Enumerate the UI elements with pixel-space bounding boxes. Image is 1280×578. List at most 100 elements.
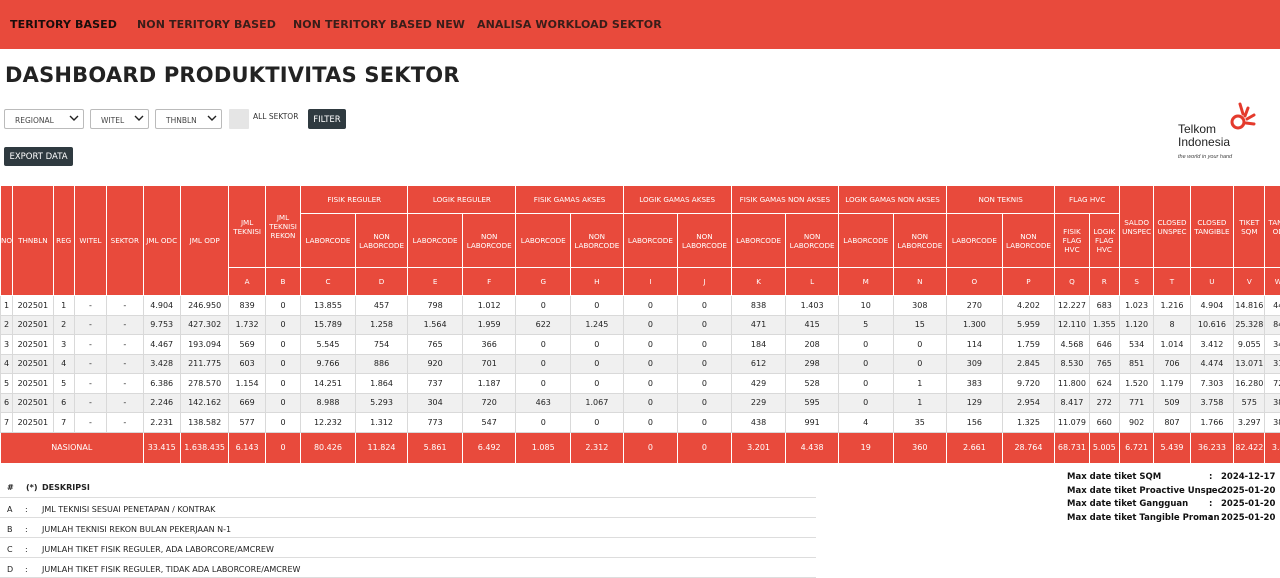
table-row[interactable]: 52025015--6.386278.5701.154014.2511.8647… (1, 374, 1280, 394)
table-cell: 3.428 (143, 354, 180, 374)
table-cell: 11.079 (1055, 413, 1089, 433)
desc-sep: : (25, 505, 28, 514)
table-cell: 4.474 (1190, 354, 1233, 374)
tab-analisa-workload-sektor[interactable]: ANALISA WORKLOAD SEKTOR (477, 18, 662, 31)
table-cell: 12.232 (301, 413, 356, 433)
table-cell: 1.864 (355, 374, 408, 394)
table-row[interactable]: 72025017--2.231138.582577012.2321.312773… (1, 413, 1280, 433)
table-cell: 0 (838, 393, 893, 413)
table-cell: 0 (678, 296, 732, 316)
table-cell: 1.325 (1002, 413, 1055, 433)
table-cell: 229 (731, 393, 786, 413)
table-cell: 920 (408, 354, 463, 374)
table-cell: 7.303 (1190, 374, 1233, 394)
max-date-row: Max date tiket Gangguan:2025-01-20 (1067, 499, 1277, 513)
table-cell: 2.845 (1002, 354, 1055, 374)
table-cell: 16.280 (1234, 374, 1265, 394)
desc-text: JUMLAH TIKET FISIK REGULER, ADA LABORCOR… (42, 545, 274, 554)
max-date-row: Max date tiket Proactive Unspec:2025-01-… (1067, 486, 1277, 500)
table-cell: 4 (53, 354, 74, 374)
table-cell: 1.959 (462, 315, 516, 335)
table-cell: 575 (1234, 393, 1265, 413)
table-row[interactable]: 12025011--4.904246.950839013.8554577981.… (1, 296, 1280, 316)
table-cell: 6 (1, 393, 13, 413)
col-letter: F (462, 268, 516, 296)
tab-teritory-based[interactable]: TERITORY BASED (10, 18, 117, 31)
table-cell: 8.530 (1055, 354, 1089, 374)
table-row[interactable]: 62025016--2.246142.16266908.9885.2933047… (1, 393, 1280, 413)
table-cell: 202501 (13, 335, 53, 355)
max-date-value: 2025-01-20 (1221, 499, 1275, 509)
table-cell: 15 (893, 315, 947, 335)
table-cell: 10.616 (1190, 315, 1233, 335)
telkom-logo-icon: Telkom Indonesia the world in your hand (1170, 100, 1270, 164)
col-no: NO (1, 186, 13, 296)
table-cell: 5 (838, 315, 893, 335)
table-row[interactable]: 32025013--4.467193.09456905.545754765366… (1, 335, 1280, 355)
subcol-logik-flag-hvc: LOGIK FLAG HVC (1089, 214, 1119, 268)
table-cell: 142.162 (180, 393, 229, 413)
description-item: A:JML TEKNISI SESUAI PENETAPAN / KONTRAK (0, 498, 816, 518)
produktivitas-table-container[interactable]: NO THNBLN REG WITEL SEKTOR JML ODC JML O… (0, 185, 1280, 463)
export-data-button[interactable]: EXPORT DATA (4, 147, 73, 166)
col-letter: V (1234, 268, 1265, 296)
table-cell: 12.110 (1055, 315, 1089, 335)
table-cell: 0 (678, 315, 732, 335)
table-cell: - (74, 335, 106, 355)
filter-button[interactable]: FILTER (308, 109, 346, 129)
tab-non-teritory-based[interactable]: NON TERITORY BASED (137, 18, 276, 31)
description-header: # (*) DESKRIPSI (0, 476, 816, 498)
table-cell: 8.988 (301, 393, 356, 413)
chevron-down-icon (134, 113, 144, 123)
desc-sep: : (25, 565, 28, 574)
table-cell: 1.187 (462, 374, 516, 394)
table-cell: 202501 (13, 393, 53, 413)
table-cell: 463 (516, 393, 571, 413)
table-cell: 1 (893, 374, 947, 394)
table-cell: 612 (731, 354, 786, 374)
table-cell: 706 (1154, 354, 1190, 374)
regional-select[interactable]: REGIONAL (4, 109, 84, 129)
table-row[interactable]: 22025012--9.753427.3021.732015.7891.2581… (1, 315, 1280, 335)
all-sektor-checkbox[interactable] (229, 109, 249, 129)
table-cell: 1.312 (355, 413, 408, 433)
description-list: A:JML TEKNISI SESUAI PENETAPAN / KONTRAK… (0, 498, 816, 578)
table-cell: 278.570 (180, 374, 229, 394)
total-cell: 6.721 (1119, 432, 1153, 463)
table-row[interactable]: 42025014--3.428211.77560309.766886920701… (1, 354, 1280, 374)
table-cell: 2 (53, 315, 74, 335)
group-fisik-gamas-akses: FISIK GAMAS AKSES (516, 186, 623, 214)
table-cell: 660 (1089, 413, 1119, 433)
col-closed-unspec: CLOSED UNSPEC (1154, 186, 1190, 268)
table-cell: 0 (678, 374, 732, 394)
table-cell: 38 (1265, 413, 1280, 433)
table-cell: 72 (1265, 374, 1280, 394)
max-date-panel: Max date tiket SQM:2024-12-17Max date ti… (1067, 472, 1277, 526)
table-cell: 5 (53, 374, 74, 394)
table-cell: 9.055 (1234, 335, 1265, 355)
table-cell: 0 (678, 413, 732, 433)
table-cell: 5.545 (301, 335, 356, 355)
table-cell: 31 (1265, 354, 1280, 374)
produktivitas-table: NO THNBLN REG WITEL SEKTOR JML ODC JML O… (0, 185, 1280, 463)
max-date-sep: : (1209, 513, 1212, 523)
table-cell: 3 (53, 335, 74, 355)
max-date-sep: : (1209, 499, 1212, 509)
witel-select[interactable]: WITEL (90, 109, 149, 129)
table-cell: 0 (838, 335, 893, 355)
col-letter: E (408, 268, 463, 296)
col-tiket-sqm: TIKET SQM (1234, 186, 1265, 268)
thnbln-select[interactable]: THNBLN (155, 109, 222, 129)
col-letter: S (1119, 268, 1153, 296)
total-cell: 5.439 (1154, 432, 1190, 463)
total-cell: 5.005 (1089, 432, 1119, 463)
col-letter: C (301, 268, 356, 296)
subcol-laborcode: LABORCODE (838, 214, 893, 268)
table-cell: 6.386 (143, 374, 180, 394)
total-label: NASIONAL (1, 432, 144, 463)
group-non-teknis: NON TEKNIS (947, 186, 1055, 214)
table-cell: 25.328 (1234, 315, 1265, 335)
col-letter: O (947, 268, 1003, 296)
tab-non-teritory-based-new[interactable]: NON TERITORY BASED NEW (293, 18, 465, 31)
table-cell: 0 (265, 296, 300, 316)
